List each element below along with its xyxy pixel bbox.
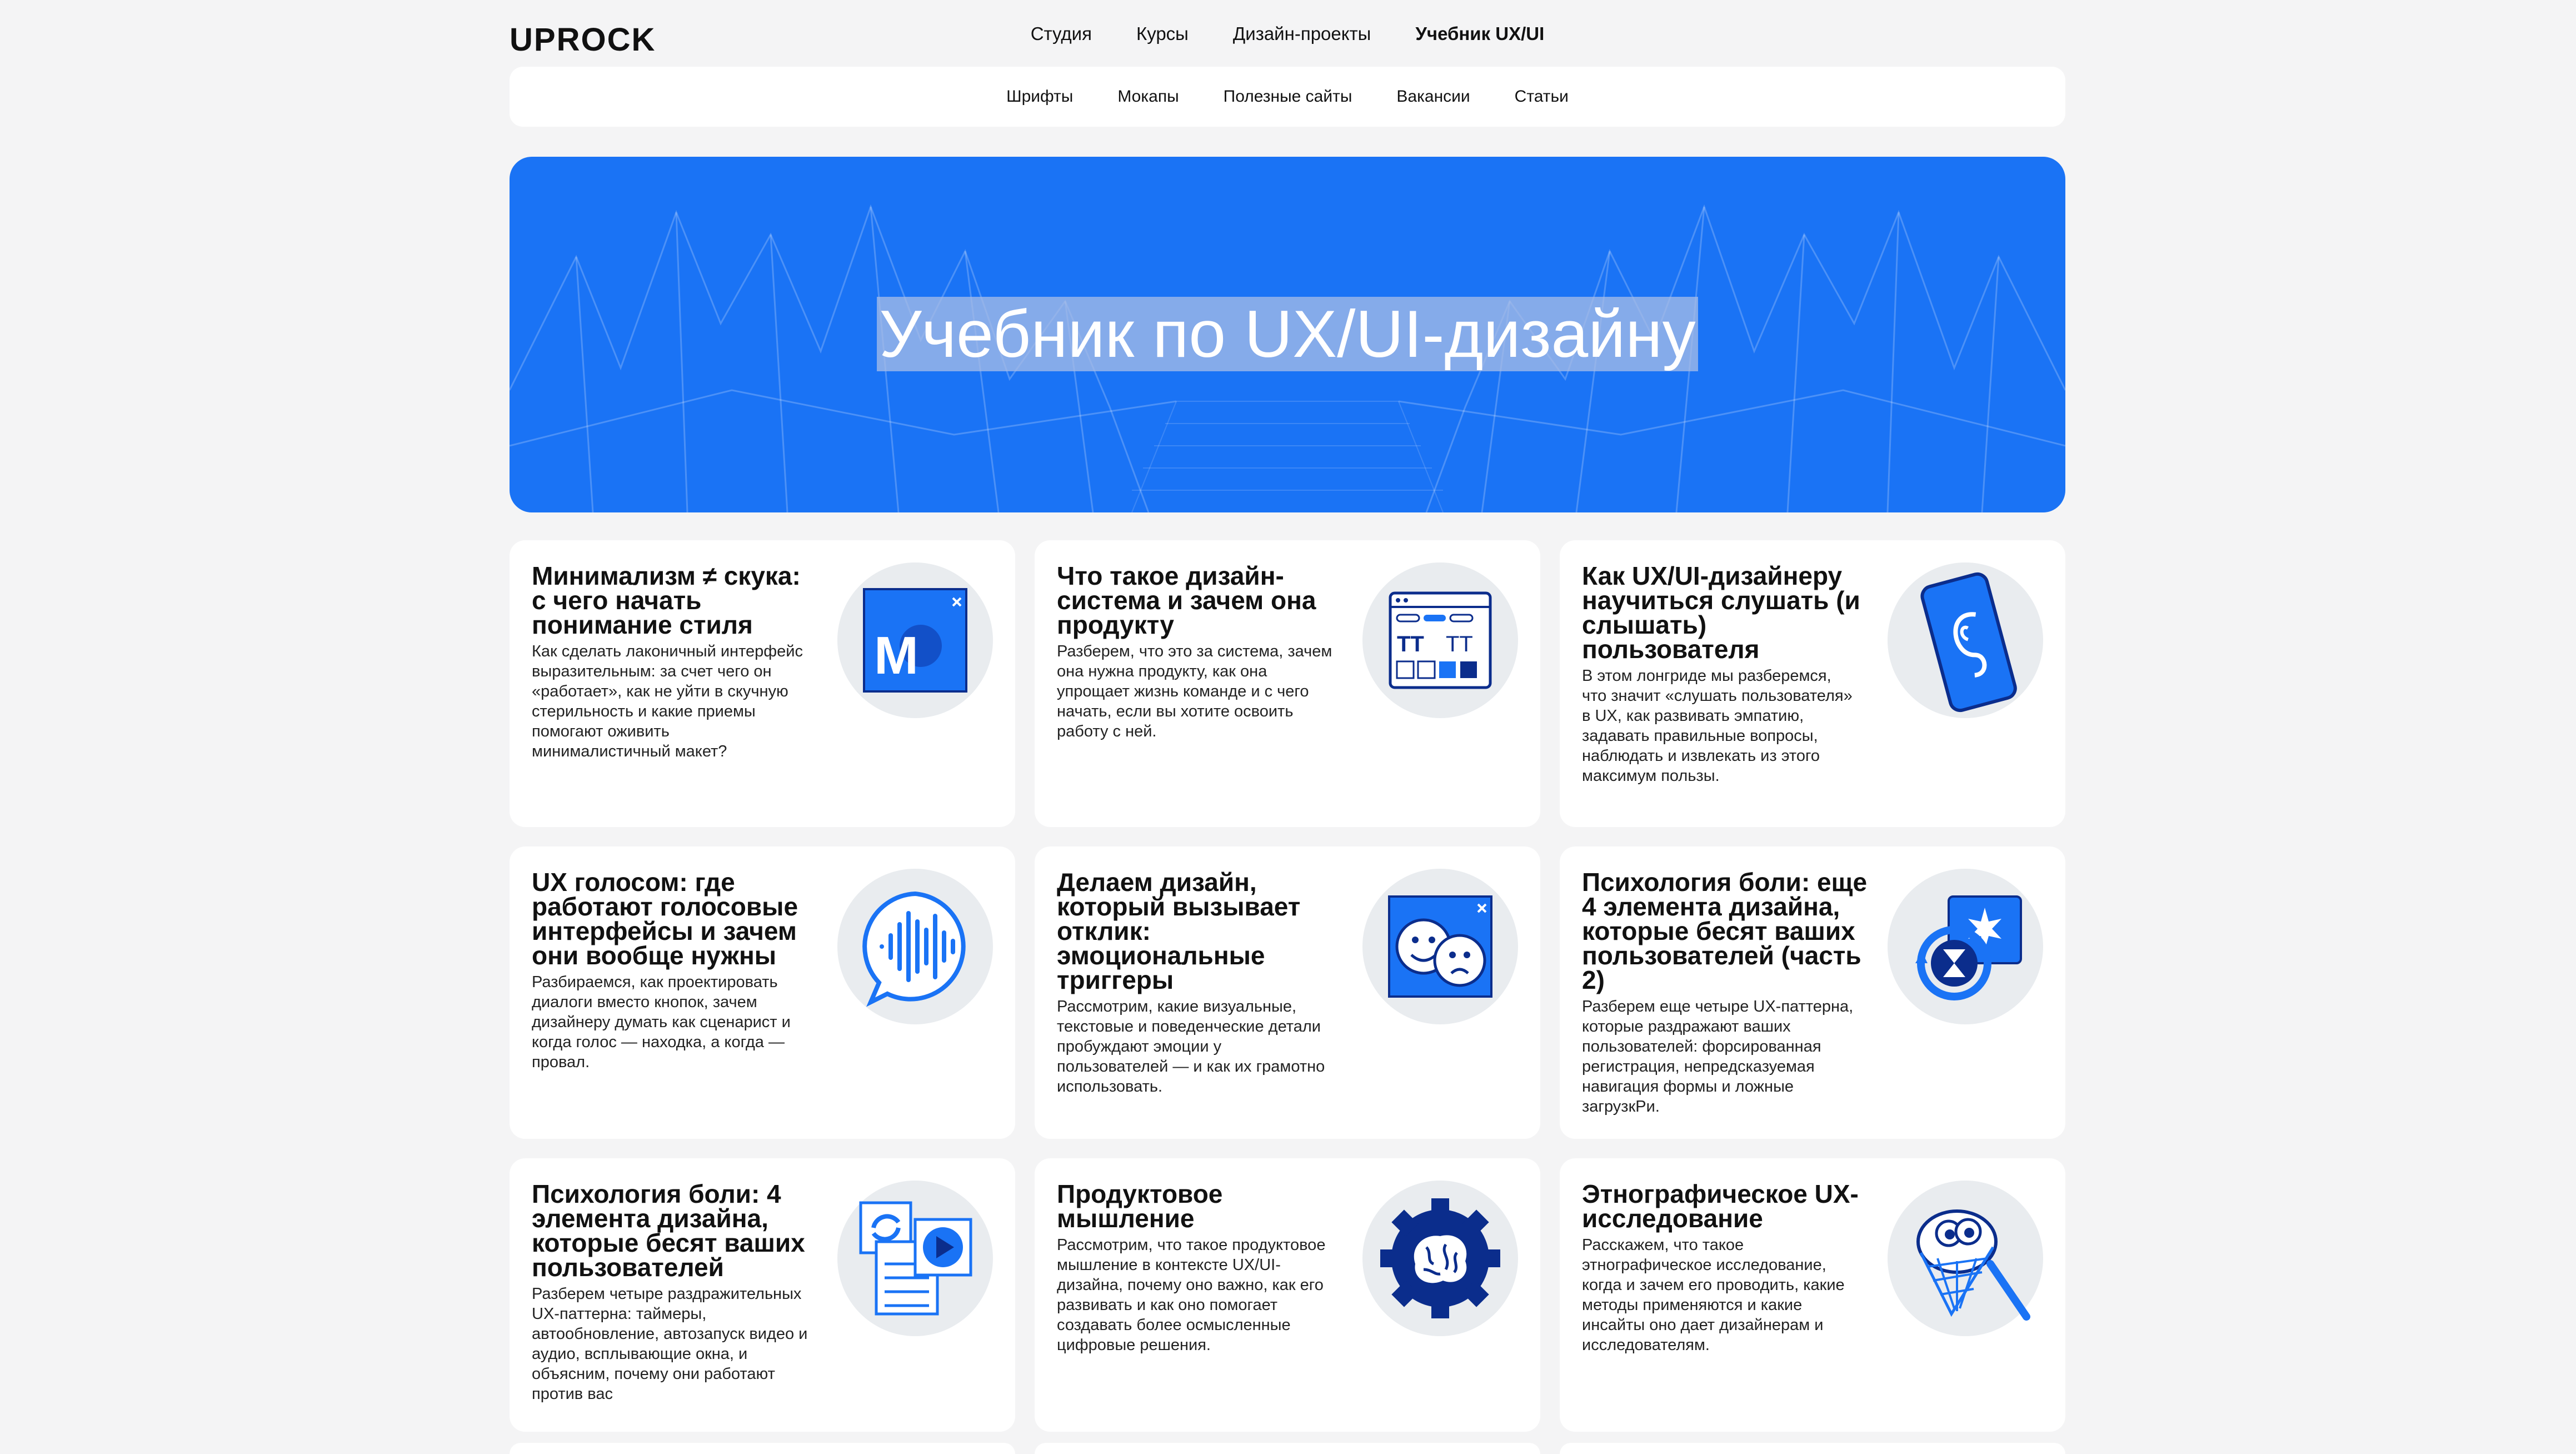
- article-title[interactable]: Этнографическое UX-исследование: [1582, 1181, 1871, 1231]
- article-title[interactable]: Психология боли: 4 элемента дизайна, кот…: [532, 1181, 821, 1280]
- svg-text:TT: TT: [1446, 632, 1473, 656]
- subnav-mockups[interactable]: Мокапы: [1117, 87, 1179, 106]
- hourglass-cycle-icon: [1888, 869, 2043, 1024]
- nav-courses[interactable]: Курсы: [1136, 23, 1189, 44]
- article-title[interactable]: Психология боли: еще 4 элемента дизайна,…: [1582, 869, 1871, 993]
- net-catch-icon: [1888, 1181, 2043, 1336]
- article-title[interactable]: Продуктовое мышление: [1057, 1181, 1346, 1231]
- header: UPROCK Студия Курсы Дизайн-проекты Учебн…: [510, 0, 2065, 67]
- article-desc: Разберем еще четыре UX-паттерна, которые…: [1582, 998, 1854, 1116]
- article-card[interactable]: Что такое дизайн-система и зачем она про…: [1035, 540, 1540, 827]
- nav-uxui-textbook[interactable]: Учебник UX/UI: [1415, 23, 1544, 44]
- subnav-fonts[interactable]: Шрифты: [1006, 87, 1073, 106]
- article-card[interactable]: Продуктовое мышление Рассмотрим, что так…: [1035, 1158, 1540, 1432]
- page: UPROCK Студия Курсы Дизайн-проекты Учебн…: [510, 0, 2065, 1432]
- article-title[interactable]: Делаем дизайн, который вызывает отклик: …: [1057, 869, 1346, 993]
- article-title[interactable]: Как UX/UI-дизайнеру научиться слушать (и…: [1582, 563, 1871, 662]
- subnav-useful-sites[interactable]: Полезные сайты: [1224, 87, 1352, 106]
- article-desc: В этом лонгриде мы разберемся, что значи…: [1582, 667, 1853, 785]
- article-desc: Разберем, что это за система, зачем она …: [1057, 643, 1332, 740]
- design-system-icon: TT TT: [1362, 562, 1518, 718]
- hero-banner: Учебник по UX/UI-дизайну: [510, 157, 2065, 512]
- minimalism-m-icon: M: [837, 562, 993, 718]
- articles-grid: Минимализм ≠ скука: с чего начать понима…: [510, 540, 2065, 1432]
- nav-design-projects[interactable]: Дизайн-проекты: [1233, 23, 1371, 44]
- article-desc: Разберем четыре раздражительных UX-патте…: [532, 1285, 808, 1403]
- article-card[interactable]: Минимализм ≠ скука: с чего начать понима…: [510, 540, 1015, 827]
- article-title[interactable]: Минимализм ≠ скука: с чего начать понима…: [532, 563, 821, 638]
- subnav-vacancies[interactable]: Вакансии: [1396, 87, 1470, 106]
- article-card[interactable]: Как UX/UI-дизайнеру научиться слушать (и…: [1560, 540, 2065, 827]
- emotion-faces-icon: [1362, 869, 1518, 1024]
- sub-nav: Шрифты Мокапы Полезные сайты Вакансии Ст…: [510, 67, 2065, 127]
- article-card[interactable]: Этнографическое UX-исследование Расскаже…: [1560, 1158, 2065, 1432]
- article-card[interactable]: Психология боли: 4 элемента дизайна, кот…: [510, 1158, 1015, 1432]
- article-card[interactable]: Делаем дизайн, который вызывает отклик: …: [1035, 846, 1540, 1139]
- refresh-play-icon: [837, 1181, 993, 1336]
- article-desc: Рассмотрим, что такое продуктовое мышлен…: [1057, 1236, 1326, 1354]
- article-title[interactable]: Что такое дизайн-система и зачем она про…: [1057, 563, 1346, 638]
- article-desc: Расскажем, что такое этнографическое исс…: [1582, 1236, 1845, 1354]
- article-desc: Рассмотрим, какие визуальные, текстовые …: [1057, 998, 1325, 1096]
- brain-gear-icon: [1362, 1181, 1518, 1336]
- hero-title: Учебник по UX/UI-дизайну: [510, 296, 2065, 372]
- article-desc: Как сделать лаконичный интерфейс выразит…: [532, 643, 803, 760]
- voice-wave-icon: [837, 869, 993, 1024]
- subnav-articles[interactable]: Статьи: [1515, 87, 1569, 106]
- main-nav: Студия Курсы Дизайн-проекты Учебник UX/U…: [510, 23, 2065, 44]
- svg-text:TT: TT: [1397, 632, 1424, 656]
- phone-ear-icon: [1888, 562, 2043, 718]
- svg-text:M: M: [874, 626, 918, 685]
- article-card[interactable]: UX голосом: где работают голосовые интер…: [510, 846, 1015, 1139]
- nav-studio[interactable]: Студия: [1031, 23, 1092, 44]
- article-card[interactable]: Психология боли: еще 4 элемента дизайна,…: [1560, 846, 2065, 1139]
- article-title[interactable]: UX голосом: где работают голосовые интер…: [532, 869, 821, 968]
- article-desc: Разбираемся, как проектировать диалоги в…: [532, 973, 791, 1071]
- next-row-cards-edge: [510, 1443, 2065, 1454]
